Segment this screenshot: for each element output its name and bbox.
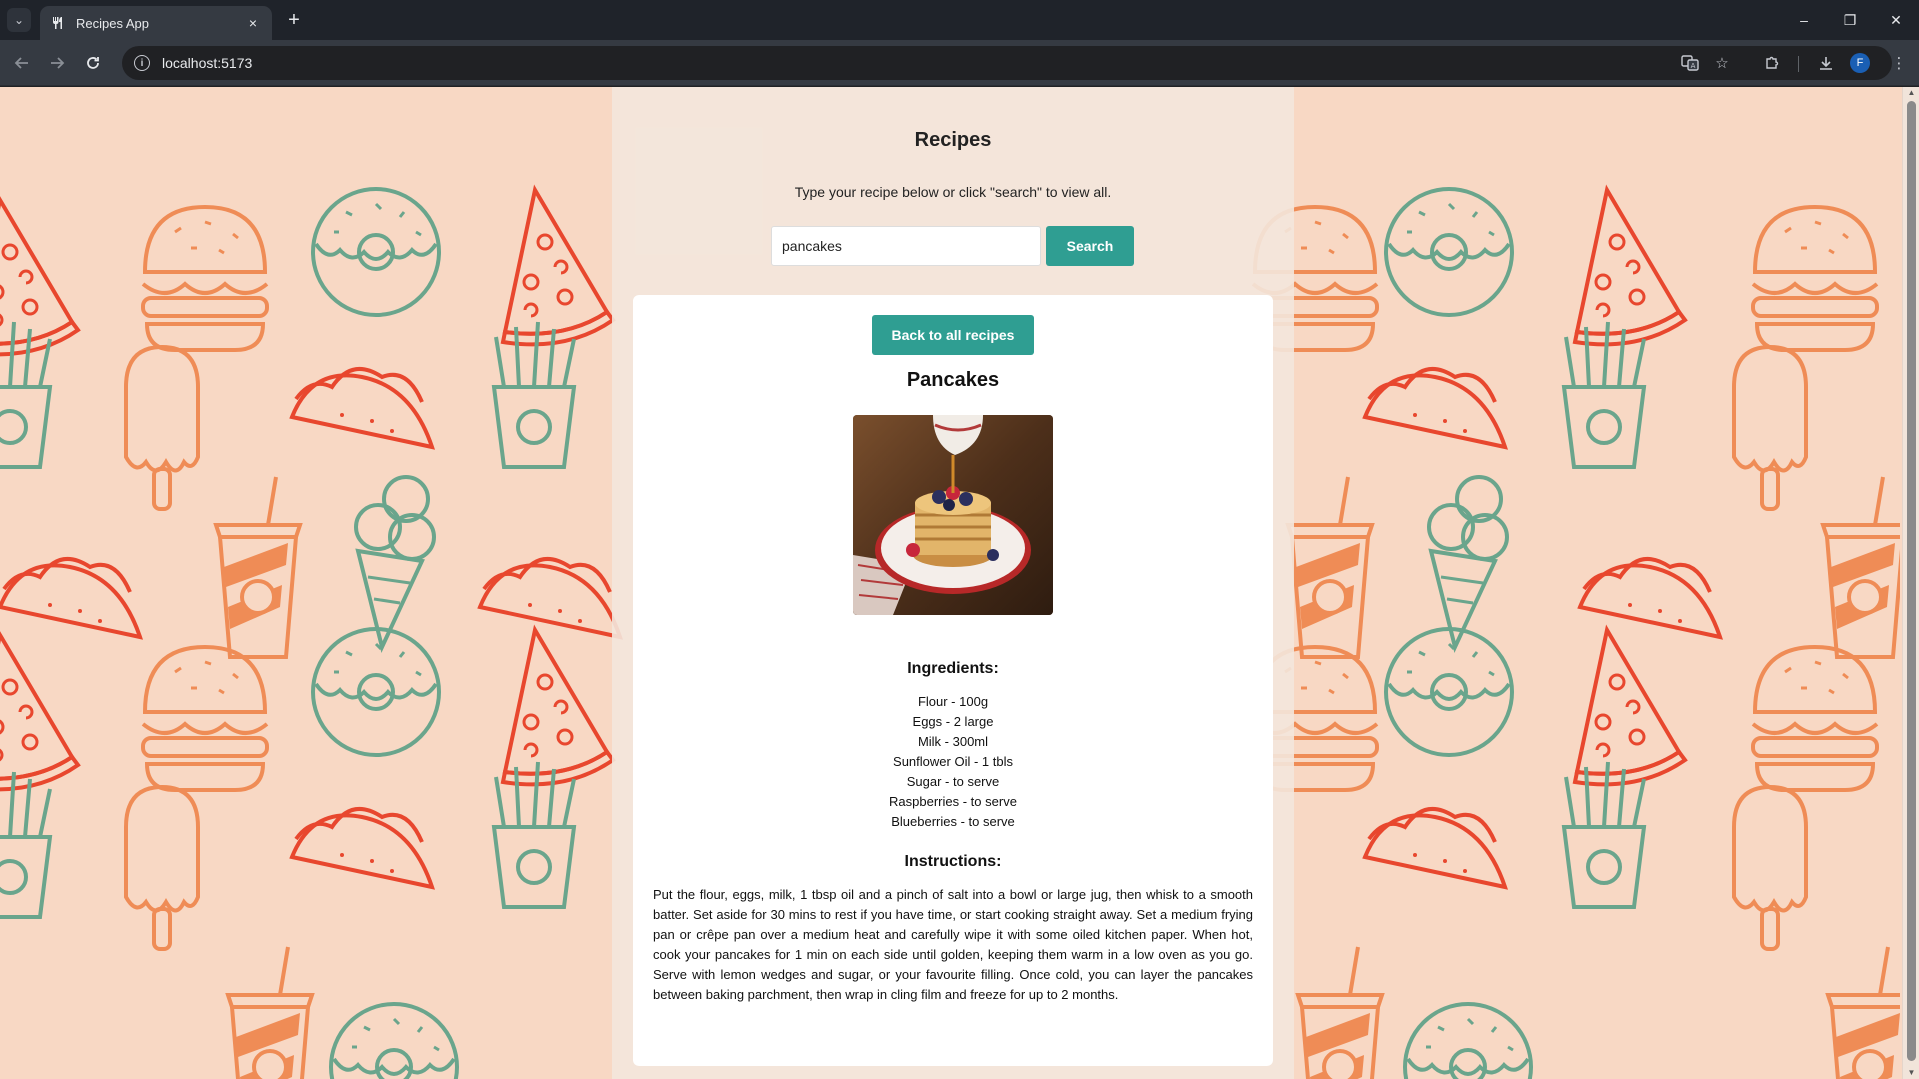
ingredient-item: Blueberries - to serve [891, 814, 1015, 829]
download-icon[interactable] [1813, 50, 1839, 76]
tab-close-icon[interactable]: × [244, 14, 262, 32]
ingredient-item: Flour - 100g [917, 694, 989, 709]
svg-text:A: A [1691, 62, 1696, 70]
new-tab-button[interactable]: + [282, 8, 306, 32]
ingredient-item: Sunflower Oil - 1 tbls [893, 754, 1013, 769]
restore-button[interactable]: ❐ [1827, 6, 1873, 34]
profile-avatar[interactable]: F [1850, 53, 1870, 73]
search-input[interactable] [771, 226, 1041, 266]
recipe-card: Back to all recipes Pancakes Ingredients… [633, 295, 1273, 1066]
reload-icon[interactable] [79, 49, 107, 77]
extensions-icon[interactable] [1759, 50, 1785, 76]
site-info-icon[interactable]: i [134, 55, 150, 71]
scrollbar-thumb[interactable] [1907, 101, 1916, 1061]
browser-tab-bar: ⌄ Recipes App × + – ❐ ✕ [0, 0, 1919, 40]
app-title: Recipes [914, 129, 992, 151]
instructions-heading: Instructions: [904, 853, 1002, 870]
ingredient-item: Raspberries - to serve [889, 794, 1017, 809]
page-scrollbar[interactable]: ▲ ▼ [1902, 87, 1919, 1079]
ingredients-list: Flour - 100g Eggs - 2 large Milk - 300ml… [633, 692, 1273, 832]
ingredient-item: Sugar - to serve [906, 774, 1000, 789]
translate-icon[interactable]: A [1677, 50, 1703, 76]
fork-knife-icon [50, 15, 66, 31]
toolbar-separator [1798, 56, 1799, 72]
address-bar[interactable]: i localhost:5173 [122, 46, 1892, 80]
star-icon[interactable]: ☆ [1709, 50, 1735, 76]
ingredient-item: Eggs - 2 large [912, 714, 994, 729]
menu-icon[interactable]: ⋮ [1886, 50, 1912, 76]
scroll-up-icon[interactable]: ▲ [1906, 88, 1917, 98]
browser-toolbar: i localhost:5173 A ☆ F ⋮ [0, 40, 1919, 86]
recipe-title: Pancakes [906, 369, 1000, 391]
url-text: localhost:5173 [162, 55, 253, 71]
window-close-button[interactable]: ✕ [1873, 6, 1919, 34]
minimize-button[interactable]: – [1781, 6, 1827, 34]
search-button[interactable]: Search [1046, 226, 1134, 266]
app-container: Recipes Type your recipe below or click … [612, 87, 1294, 1079]
search-hint: Type your recipe below or click "search"… [794, 184, 1112, 200]
browser-tab[interactable]: Recipes App × [40, 6, 272, 40]
tab-list-icon[interactable]: ⌄ [7, 8, 31, 32]
back-to-all-recipes-button[interactable]: Back to all recipes [872, 315, 1034, 355]
scroll-down-icon[interactable]: ▼ [1906, 1068, 1917, 1078]
instructions-text: Put the flour, eggs, milk, 1 tbsp oil an… [653, 887, 1253, 1002]
back-icon[interactable] [8, 49, 36, 77]
recipe-image [853, 415, 1053, 615]
tab-title: Recipes App [76, 15, 149, 31]
page-viewport: Recipes Type your recipe below or click … [0, 87, 1919, 1079]
ingredients-heading: Ingredients: [907, 660, 999, 677]
ingredient-item: Milk - 300ml [917, 734, 989, 749]
forward-icon[interactable] [43, 49, 71, 77]
